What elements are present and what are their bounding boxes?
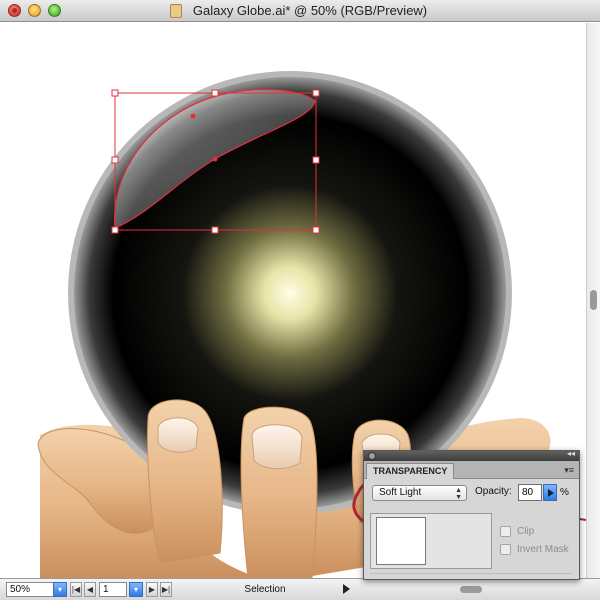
previous-artboard-button[interactable]: ◀	[84, 582, 96, 597]
status-menu-arrow-icon[interactable]	[343, 584, 350, 594]
horizontal-scroll-thumb[interactable]	[460, 586, 482, 593]
first-artboard-button[interactable]: |◀	[70, 582, 82, 597]
blend-mode-value: Soft Light	[379, 487, 422, 498]
select-arrows-icon: ▲ ▼	[455, 487, 462, 501]
blend-mode-select[interactable]: Soft Light ▲ ▼	[372, 485, 467, 501]
tab-transparency-label: TRANSPARENCY	[373, 466, 448, 476]
clip-label: Clip	[517, 526, 535, 537]
panel-close-icon[interactable]	[368, 452, 376, 460]
title-bar[interactable]: Galaxy Globe.ai* @ 50% (RGB/Preview)	[0, 0, 600, 22]
zoom-level-field[interactable]: 50%	[6, 582, 54, 597]
panel-collapse-icon[interactable]: ◂◂	[567, 449, 575, 458]
opacity-unit: %	[560, 487, 569, 498]
object-thumbnail[interactable]	[376, 517, 426, 565]
zoom-button[interactable]	[48, 4, 61, 17]
close-button[interactable]	[8, 4, 21, 17]
opacity-slider-button[interactable]	[543, 484, 557, 501]
panel-menu-icon[interactable]: ▾≡	[564, 465, 574, 476]
panel-divider	[370, 573, 572, 574]
document-icon	[170, 4, 182, 18]
window-title: Galaxy Globe.ai* @ 50% (RGB/Preview)	[192, 3, 428, 18]
zoom-dropdown-button[interactable]: ▾	[53, 582, 67, 597]
close-dot-icon	[12, 8, 17, 13]
invert-mask-checkbox[interactable]	[500, 544, 511, 555]
artboard-dropdown-button[interactable]: ▾	[129, 582, 143, 597]
opacity-label: Opacity:	[475, 486, 512, 497]
invert-mask-label: Invert Mask	[517, 544, 569, 555]
vertical-scrollbar[interactable]	[586, 23, 600, 578]
current-tool-label[interactable]: Selection	[190, 579, 340, 600]
vertical-scroll-thumb[interactable]	[590, 290, 597, 310]
clip-checkbox[interactable]	[500, 526, 511, 537]
artboard-number-field[interactable]: 1	[99, 582, 127, 597]
opacity-input[interactable]: 80	[518, 484, 542, 501]
mask-thumbnail-area	[370, 513, 492, 569]
illustrator-document-window: Galaxy Globe.ai* @ 50% (RGB/Preview) 50%…	[0, 0, 600, 600]
last-artboard-button[interactable]: ▶|	[160, 582, 172, 597]
panel-tab-row: TRANSPARENCY ▾≡	[364, 461, 579, 479]
panel-title-strip[interactable]: ◂◂	[364, 449, 579, 461]
status-bar: 50% ▾ |◀ ◀ 1 ▾ ▶ ▶| Selection	[0, 578, 600, 600]
transparency-panel: ◂◂ TRANSPARENCY ▾≡ Soft Light ▲ ▼ Opacity…	[363, 449, 580, 580]
minimize-button[interactable]	[28, 4, 41, 17]
next-artboard-button[interactable]: ▶	[146, 582, 158, 597]
tab-transparency[interactable]: TRANSPARENCY	[366, 463, 455, 479]
